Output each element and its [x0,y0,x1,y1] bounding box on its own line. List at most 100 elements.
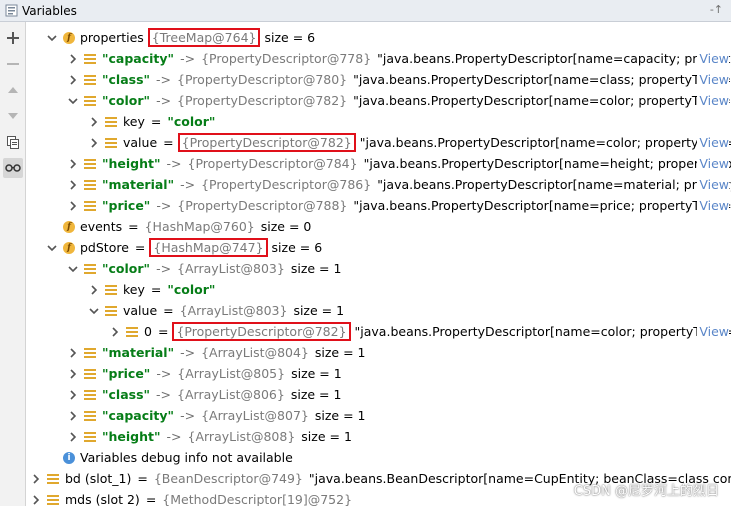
tree-row[interactable]: "price" -> {PropertyDescriptor@788} "java.b… [27,195,731,216]
chevron-right-icon[interactable] [87,136,101,150]
tree-row[interactable]: "color" -> {ArrayList@803} size = 1 [27,258,731,279]
tree-row[interactable]: 0 = {PropertyDescriptor@782} "java.beans.Pr… [27,321,731,342]
tree-row[interactable]: "height" -> {PropertyDescriptor@784} "java.… [27,153,731,174]
view-link[interactable]: View [697,69,729,90]
object-reference: {MethodDescriptor[19]@752} [162,492,353,506]
tree-row[interactable]: key = "color" [27,279,731,300]
view-link[interactable]: View [697,48,729,69]
tree-row[interactable]: "class" -> {ArrayList@806} size = 1 [27,384,731,405]
variable-name: pdStore [80,240,129,255]
object-reference: {PropertyDescriptor@782} [177,133,356,152]
variable-name: mds (slot 2) [65,492,140,506]
chevron-right-icon[interactable] [66,430,80,444]
tostring-value: "java.beans.PropertyDescriptor[name=clas… [353,72,731,87]
entry-icon [105,116,117,128]
copy-button[interactable] [3,132,23,152]
size-label: size = 6 [271,240,323,255]
chevron-right-icon[interactable] [66,178,80,192]
entry-icon [84,200,96,212]
chevron-right-icon[interactable] [108,325,122,339]
tree-row[interactable]: "color" -> {PropertyDescriptor@782} "java.b… [27,90,731,111]
tree-row[interactable]: "class" -> {PropertyDescriptor@780} "java.b… [27,69,731,90]
chevron-right-icon[interactable] [87,283,101,297]
chevron-down-icon[interactable] [45,31,59,45]
view-link[interactable]: View [697,195,729,216]
map-arrow: -> [156,366,172,381]
move-down-button[interactable] [3,106,23,126]
move-up-button[interactable] [3,80,23,100]
map-arrow: -> [156,72,172,87]
string-value: "color" [167,114,216,129]
tree-row[interactable]: f pdStore = {HashMap@747} size = 6 [27,237,731,258]
tree-row[interactable]: value = {ArrayList@803} size = 1 [27,300,731,321]
object-reference: {ArrayList@807} [201,408,309,423]
field-icon: f [63,220,75,233]
chevron-right-icon[interactable] [66,199,80,213]
equals-sign: = [137,471,148,486]
map-arrow: -> [180,51,196,66]
tree-row[interactable]: value = {PropertyDescriptor@782} "java.bean… [27,132,731,153]
hide-panel-button[interactable]: -↑ [710,3,723,16]
chevron-right-icon[interactable] [66,367,80,381]
tree-row[interactable]: "price" -> {ArrayList@805} size = 1 [27,363,731,384]
object-reference: {ArrayList@804} [201,345,309,360]
view-link[interactable]: View [697,153,729,174]
chevron-right-icon[interactable] [66,52,80,66]
chevron-right-icon[interactable] [66,388,80,402]
entry-icon [84,74,96,86]
tree-row[interactable]: key = "color" [27,111,731,132]
chevron-right-icon[interactable] [87,115,101,129]
object-reference: {PropertyDescriptor@784} [187,156,358,171]
tree-row[interactable]: "material" -> {ArrayList@804} size = 1 [27,342,731,363]
object-reference: {PropertyDescriptor@778} [201,51,372,66]
tree-row[interactable]: i Variables debug info not available [27,447,731,468]
map-arrow: -> [166,156,182,171]
chevron-right-icon[interactable] [66,157,80,171]
chevron-right-icon[interactable] [29,493,43,506]
tree-row[interactable]: "capacity" -> {ArrayList@807} size = 1 [27,405,731,426]
equals-sign: = [163,135,174,150]
map-arrow: -> [156,93,172,108]
entry-icon [84,95,96,107]
variables-icon [5,4,18,17]
entry-icon [84,179,96,191]
view-link[interactable]: View [697,132,729,153]
map-key: "class" [102,387,151,402]
view-link[interactable]: View [697,90,729,111]
view-link[interactable]: View [697,321,729,342]
add-watch-button[interactable] [3,28,23,48]
remove-watch-button[interactable] [3,54,23,74]
chevron-down-icon[interactable] [45,241,59,255]
object-reference: {PropertyDescriptor@782} [172,322,351,341]
arrow-placeholder [45,220,59,234]
entry-icon [84,410,96,422]
tree-row[interactable]: "material" -> {PropertyDescriptor@786} "jav… [27,174,731,195]
object-reference: {HashMap@760} [144,219,255,234]
size-label: size = 1 [314,408,366,423]
tostring-value: "java.beans.PropertyDescriptor[name=colo… [354,324,731,339]
entry-icon [84,368,96,380]
tree-row[interactable]: "capacity" -> {PropertyDescriptor@778} "jav… [27,48,731,69]
entry-icon [126,326,138,338]
tree-row[interactable]: f events = {HashMap@760} size = 0 [27,216,731,237]
chevron-right-icon[interactable] [66,409,80,423]
show-watches-button[interactable] [3,158,23,178]
chevron-right-icon[interactable] [66,73,80,87]
map-key: "height" [102,429,161,444]
tostring-value: "java.beans.PropertyDescriptor[name=pric… [353,198,731,213]
tree-row[interactable]: "height" -> {ArrayList@808} size = 1 [27,426,731,447]
chevron-right-icon[interactable] [29,472,43,486]
variables-tree[interactable]: f properties {TreeMap@764} size = 6 "capacit… [27,22,731,506]
chevron-down-icon[interactable] [66,262,80,276]
field-icon: f [63,31,75,44]
tree-row[interactable]: f properties {TreeMap@764} size = 6 [27,27,731,48]
chevron-right-icon[interactable] [66,346,80,360]
chevron-down-icon[interactable] [66,94,80,108]
tostring-value: "java.beans.PropertyDescriptor[name=colo… [353,93,731,108]
size-label: size = 1 [301,429,352,444]
entry-icon [47,473,59,485]
view-link[interactable]: View [697,174,729,195]
entry-icon [84,389,96,401]
chevron-down-icon[interactable] [87,304,101,318]
object-reference: {ArrayList@805} [177,366,286,381]
